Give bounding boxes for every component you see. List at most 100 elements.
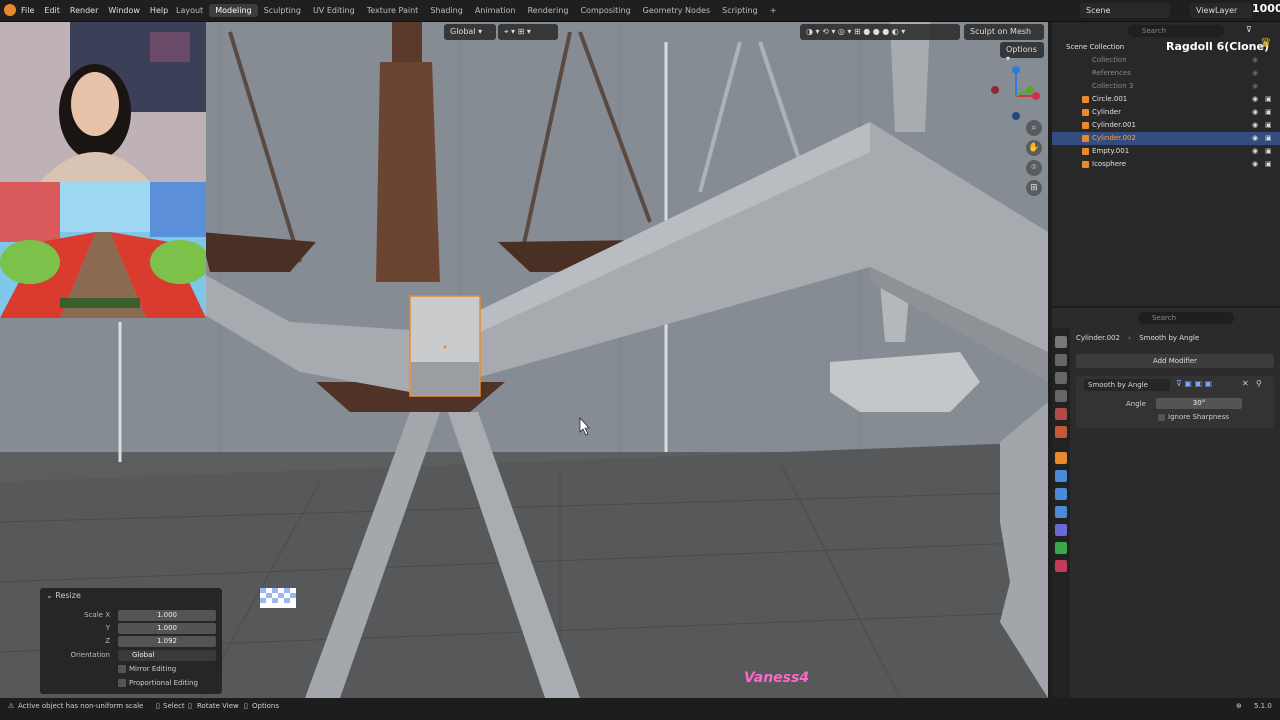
camera-icon[interactable]: ▣ — [1265, 132, 1272, 145]
add-workspace-icon[interactable]: + — [764, 4, 783, 17]
mirror-editing-label: Mirror Editing — [129, 665, 177, 673]
status-select: Select — [163, 702, 185, 710]
properties-panel[interactable]: Search Cylinder.002 › Smooth by Angle Ad… — [1052, 306, 1280, 700]
camera-icon[interactable]: ▣ — [1265, 106, 1272, 119]
menu-file[interactable]: File — [16, 4, 39, 17]
tool-tab-icon[interactable] — [1055, 336, 1067, 348]
tab-sculpting[interactable]: Sculpting — [258, 4, 307, 17]
scene-selector[interactable]: Scene — [1080, 3, 1170, 18]
list-item[interactable]: Empty.001 ◉ ▣ — [1052, 145, 1280, 158]
angle-field[interactable]: 30° — [1156, 398, 1242, 409]
tab-scripting[interactable]: Scripting — [716, 4, 764, 17]
snapping-controls[interactable]: ⌖ ▾ ⊞ ▾ — [498, 24, 558, 40]
tab-shading[interactable]: Shading — [424, 4, 469, 17]
camera-icon[interactable]: ▣ — [1265, 158, 1272, 171]
mirror-checkbox-box[interactable] — [118, 665, 126, 673]
physics-tab-icon[interactable] — [1055, 506, 1067, 518]
tab-compositing[interactable]: Compositing — [574, 4, 636, 17]
world-tab-icon[interactable] — [1055, 426, 1067, 438]
resize-operator-panel[interactable]: ⌄ Resize Scale X 1.000 Y 1.000 Z 1.092 O… — [40, 588, 222, 694]
pan-hand-icon[interactable]: ✋ — [1026, 140, 1042, 156]
outliner-search-input[interactable]: Search — [1128, 25, 1224, 37]
mirror-editing-checkbox[interactable]: Mirror Editing — [118, 665, 176, 673]
eye-icon[interactable]: ◉ — [1252, 80, 1258, 93]
close-icon[interactable]: ✕ — [1242, 379, 1249, 388]
constraints-tab-icon[interactable] — [1055, 524, 1067, 536]
view-layer-tab-icon[interactable] — [1055, 390, 1067, 402]
menu-help[interactable]: Help — [145, 4, 173, 17]
list-item[interactable]: Icosphere ◉ ▣ — [1052, 158, 1280, 171]
tab-animation[interactable]: Animation — [469, 4, 522, 17]
scene-collection-title[interactable]: Scene Collection — [1066, 43, 1124, 51]
ignore-sharpness-checkbox[interactable]: Ignore Sharpness — [1158, 413, 1229, 421]
eye-icon[interactable]: ◉ — [1252, 119, 1258, 132]
menu-window[interactable]: Window — [103, 4, 145, 17]
tab-layout[interactable]: Layout — [170, 4, 209, 17]
menu-edit[interactable]: Edit — [39, 4, 65, 17]
tab-modeling[interactable]: Modeling — [209, 4, 258, 17]
modifier-visibility-icons[interactable]: ⊽ ▣ ▣ ▣ — [1176, 379, 1212, 388]
view-layer-name: ViewLayer — [1196, 6, 1238, 15]
tab-rendering[interactable]: Rendering — [522, 4, 575, 17]
object-tab-icon[interactable] — [1055, 452, 1067, 464]
data-tab-icon[interactable] — [1055, 542, 1067, 554]
outliner-panel[interactable]: Search ⊽ Scene Collection Ragdoll 6(Clon… — [1052, 22, 1280, 306]
properties-search-input[interactable]: Search — [1138, 312, 1234, 324]
scale-y-field[interactable]: 1.000 — [118, 623, 216, 634]
output-tab-icon[interactable] — [1055, 372, 1067, 384]
camera-view-icon[interactable]: ⌾ — [1026, 160, 1042, 176]
tab-texture-paint[interactable]: Texture Paint — [361, 4, 425, 17]
tab-geometry-nodes[interactable]: Geometry Nodes — [637, 4, 716, 17]
list-item[interactable]: Cylinder ◉ ▣ — [1052, 106, 1280, 119]
view-layer-selector[interactable]: ViewLayer — [1190, 3, 1252, 18]
viewport-shading-controls[interactable]: ◑ ▾ ⟲ ▾ ◎ ▾ ⊞ ● ● ● ◐ ▾ — [800, 24, 960, 40]
camera-icon[interactable]: ▣ — [1265, 119, 1272, 132]
pin-icon[interactable]: ⚲ — [1256, 379, 1262, 388]
overlay-object-name: Ragdoll 6(Clone) — [1166, 40, 1269, 53]
options-label: Options — [1006, 45, 1037, 54]
ignore-sharpness-box[interactable] — [1158, 413, 1165, 421]
eye-icon[interactable]: ◉ — [1252, 132, 1258, 145]
perspective-grid-icon[interactable]: ⊞ — [1026, 180, 1042, 196]
particles-tab-icon[interactable] — [1055, 488, 1067, 500]
proportional-checkbox-box[interactable] — [118, 679, 126, 687]
modifier-name-field[interactable]: Smooth by Angle — [1084, 379, 1170, 391]
eye-icon[interactable]: ◉ — [1252, 145, 1258, 158]
options-dropdown[interactable]: Options ▾ — [1000, 42, 1044, 63]
blender-logo-icon[interactable] — [4, 4, 16, 16]
status-rotate-view: Rotate View — [197, 702, 239, 710]
camera-icon[interactable]: ▣ — [1265, 145, 1272, 158]
list-item[interactable]: Collection 3 ◉ — [1052, 80, 1280, 93]
sculpt-on-mesh-button[interactable]: Sculpt on Mesh — [964, 24, 1044, 40]
navigation-gizmo[interactable] — [986, 66, 1046, 126]
list-item[interactable]: Cylinder.002 ◉ ▣ — [1052, 132, 1280, 145]
material-tab-icon[interactable] — [1055, 560, 1067, 572]
scene-tab-icon[interactable] — [1055, 408, 1067, 420]
eye-icon[interactable]: ◉ — [1252, 67, 1258, 80]
orientation-dropdown[interactable]: Global — [118, 650, 216, 661]
eye-icon[interactable]: ◉ — [1252, 158, 1258, 171]
scale-x-field[interactable]: 1.000 — [118, 610, 216, 621]
collapse-chevron-icon[interactable]: ⌄ — [46, 591, 53, 600]
resize-panel-header[interactable]: ⌄ Resize — [40, 588, 222, 603]
list-item[interactable]: Cylinder.001 ◉ ▣ — [1052, 119, 1280, 132]
scale-z-field[interactable]: 1.092 — [118, 636, 216, 647]
properties-tabs — [1052, 328, 1070, 700]
list-item[interactable]: References ◉ — [1052, 67, 1280, 80]
camera-icon[interactable]: ▣ — [1265, 93, 1272, 106]
zoom-icon[interactable]: ⌕ — [1026, 120, 1042, 136]
add-modifier-button[interactable]: Add Modifier — [1076, 354, 1274, 368]
list-item[interactable]: Collection ◉ — [1052, 54, 1280, 67]
modifier-tab-icon[interactable] — [1055, 470, 1067, 482]
filter-icon[interactable]: ⊽ — [1246, 25, 1252, 34]
game-overlay — [0, 182, 206, 318]
eye-icon[interactable]: ◉ — [1252, 54, 1258, 67]
proportional-editing-checkbox[interactable]: Proportional Editing — [118, 679, 198, 687]
transform-orientation-dropdown[interactable]: Global ▾ — [444, 24, 496, 40]
render-tab-icon[interactable] — [1055, 354, 1067, 366]
list-item[interactable]: Circle.001 ◉ ▣ — [1052, 93, 1280, 106]
menu-render[interactable]: Render — [65, 4, 103, 17]
tab-uv-editing[interactable]: UV Editing — [307, 4, 361, 17]
eye-icon[interactable]: ◉ — [1252, 93, 1258, 106]
eye-icon[interactable]: ◉ — [1252, 106, 1258, 119]
